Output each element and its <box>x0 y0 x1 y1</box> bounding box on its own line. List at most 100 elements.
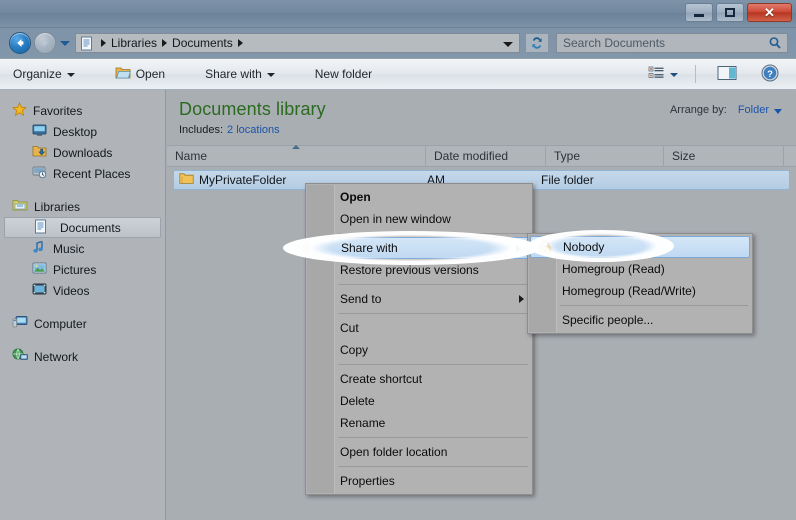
menu-item-copy[interactable]: Copy <box>306 339 532 361</box>
breadcrumb-dropdown-icon[interactable] <box>503 42 513 47</box>
nav-group-libraries[interactable]: Libraries <box>0 196 165 217</box>
menu-item-restore-previous-versions[interactable]: Restore previous versions <box>306 259 532 281</box>
menu-item-open[interactable]: Open <box>306 186 532 208</box>
open-label: Open <box>135 67 166 81</box>
submenu-arrow-icon <box>516 245 521 253</box>
menu-item-create-shortcut[interactable]: Create shortcut <box>306 368 532 390</box>
minimize-button[interactable] <box>685 3 713 22</box>
file-name-label: MyPrivateFolder <box>199 173 287 187</box>
sidebar-item-music[interactable]: Music <box>0 238 165 259</box>
submenu-separator <box>560 305 748 306</box>
arrange-by-value[interactable]: Folder <box>738 104 769 116</box>
sidebar-item-computer[interactable]: Computer <box>0 313 165 334</box>
view-options-button[interactable] <box>639 62 687 86</box>
sidebar-item-downloads[interactable]: Downloads <box>0 142 165 163</box>
submenu-arrow-icon <box>519 295 524 303</box>
breadcrumb-separator-0[interactable] <box>101 39 106 47</box>
menu-item-open-folder-location[interactable]: Open folder location <box>306 441 532 463</box>
library-includes: Includes: 2 locations <box>179 124 796 136</box>
menu-item-label: Copy <box>340 343 369 357</box>
sidebar-item-label: Pictures <box>53 262 97 277</box>
menu-item-open-in-new-window[interactable]: Open in new window <box>306 208 532 230</box>
search-icon[interactable] <box>768 36 787 50</box>
search-input[interactable]: Search Documents <box>557 36 768 50</box>
share-with-button[interactable]: Share with <box>196 62 284 86</box>
search-box[interactable]: Search Documents <box>556 33 788 53</box>
menu-item-rename[interactable]: Rename <box>306 412 532 434</box>
computer-icon <box>12 315 28 332</box>
menu-item-share-with[interactable]: Share with <box>308 237 530 259</box>
chevron-down-icon <box>670 73 678 77</box>
sidebar-item-documents[interactable]: Documents <box>4 217 161 238</box>
menu-item-cut[interactable]: Cut <box>306 317 532 339</box>
menu-item-label: Share with <box>341 241 398 255</box>
menu-separator <box>338 233 528 234</box>
minimize-icon <box>694 14 704 17</box>
breadcrumb-separator-2[interactable] <box>237 39 243 47</box>
organize-button[interactable]: Organize <box>4 62 84 86</box>
includes-link[interactable]: 2 locations <box>227 124 280 136</box>
help-icon: ? <box>761 64 779 85</box>
submenu-item-label: Specific people... <box>562 313 654 327</box>
downloads-icon <box>32 144 47 161</box>
menu-item-delete[interactable]: Delete <box>306 390 532 412</box>
share-with-label: Share with <box>205 67 262 81</box>
sidebar-item-desktop[interactable]: Desktop <box>0 121 165 142</box>
svg-text:?: ? <box>767 69 773 80</box>
close-button[interactable]: ✕ <box>747 3 792 22</box>
preview-pane-button[interactable] <box>708 62 746 86</box>
open-button[interactable]: Open <box>106 62 174 86</box>
command-bar-divider <box>695 65 696 83</box>
documents-library-icon <box>79 36 94 51</box>
menu-item-label: Send to <box>340 292 382 306</box>
column-label: Name <box>175 149 208 163</box>
forward-arrow-icon <box>41 39 48 47</box>
back-button[interactable] <box>9 32 31 54</box>
column-header-size[interactable]: Size <box>664 145 784 167</box>
column-header-name[interactable]: Name <box>167 145 426 167</box>
help-button[interactable]: ? <box>752 62 788 86</box>
submenu-item-homegroup-read-write[interactable]: Homegroup (Read/Write) <box>528 280 752 302</box>
star-icon <box>11 101 28 120</box>
new-folder-button[interactable]: New folder <box>306 62 381 86</box>
new-folder-label: New folder <box>314 67 373 81</box>
nav-group-favorites[interactable]: Favorites <box>0 100 165 121</box>
submenu-item-nobody[interactable]: Nobody <box>530 236 750 258</box>
chevron-down-icon <box>266 73 275 77</box>
menu-separator <box>338 437 528 438</box>
history-dropdown-icon[interactable] <box>60 41 70 46</box>
menu-item-label: Restore previous versions <box>340 263 479 277</box>
arrange-by-label: Arrange by: <box>669 104 727 116</box>
breadcrumb-separator-1[interactable] <box>162 39 168 47</box>
file-type-cell: File folder <box>541 173 594 187</box>
videos-icon <box>32 282 47 299</box>
sidebar-item-pictures[interactable]: Pictures <box>0 259 165 280</box>
menu-item-label: Delete <box>340 394 375 408</box>
submenu-item-label: Homegroup (Read) <box>562 262 665 276</box>
submenu-item-specific-people[interactable]: Specific people... <box>528 309 752 331</box>
submenu-item-homegroup-read[interactable]: Homegroup (Read) <box>528 258 752 280</box>
sidebar-item-recent-places[interactable]: Recent Places <box>0 163 165 184</box>
forward-button[interactable] <box>34 32 56 54</box>
maximize-button[interactable] <box>716 3 744 22</box>
menu-item-send-to[interactable]: Send to <box>306 288 532 310</box>
sidebar-item-videos[interactable]: Videos <box>0 280 165 301</box>
refresh-button[interactable] <box>525 33 549 53</box>
breadcrumb-item-documents[interactable]: Documents <box>172 36 233 50</box>
column-header-date-modified[interactable]: Date modified <box>426 145 546 167</box>
folder-icon <box>179 172 194 188</box>
chevron-down-icon[interactable] <box>774 108 782 114</box>
refresh-icon <box>532 37 542 49</box>
breadcrumb-item-libraries[interactable]: Libraries <box>111 36 157 50</box>
sidebar-item-label: Documents <box>60 220 121 235</box>
sidebar-item-label: Computer <box>34 316 87 331</box>
menu-item-properties[interactable]: Properties <box>306 470 532 492</box>
column-header-type[interactable]: Type <box>546 145 664 167</box>
sidebar-item-network[interactable]: Network <box>0 346 165 367</box>
breadcrumb-bar[interactable]: Libraries Documents <box>75 33 520 53</box>
menu-separator <box>338 466 528 467</box>
sidebar-item-label: Network <box>34 349 79 364</box>
menu-item-label: Properties <box>340 474 395 488</box>
arrange-by-control[interactable]: Arrange by: Folder <box>670 104 782 116</box>
